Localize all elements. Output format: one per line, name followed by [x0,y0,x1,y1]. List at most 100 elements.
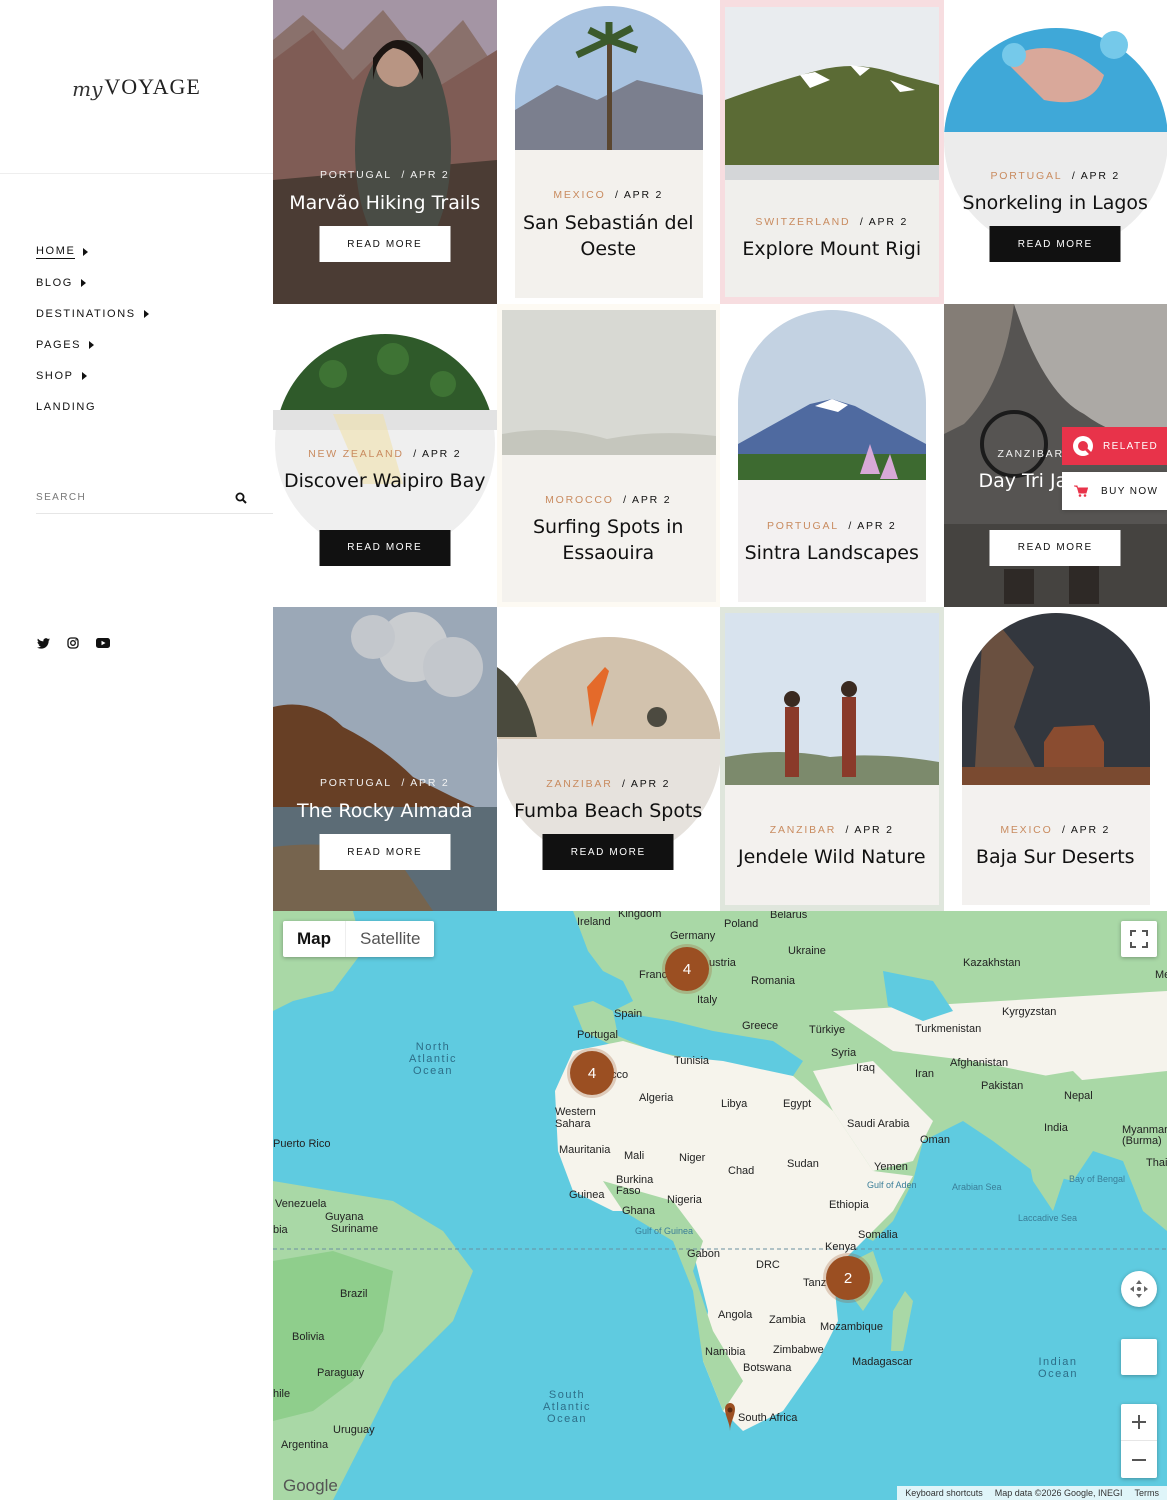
post-title[interactable]: Fumba Beach Spots [505,798,713,824]
minus-icon [1132,1458,1146,1461]
post-card[interactable]: ZANZIBAR / APR 2 Jendele Wild Nature [720,607,944,912]
post-date: / APR 2 [401,169,450,181]
nav-label: SHOP [36,369,74,382]
post-date: / APR 2 [623,493,672,506]
nav-label: LANDING [36,400,97,413]
post-date: / APR 2 [614,189,664,201]
site-logo[interactable]: my VOYAGE [0,0,273,174]
post-title[interactable]: San Sebastián del Oeste [505,210,713,262]
nav-item-shop[interactable]: SHOP [36,360,149,391]
fullscreen-icon [1130,930,1148,948]
map-label: Kenya [825,1241,857,1253]
map-label: Sudan [787,1158,819,1170]
post-title[interactable]: Surfing Spots in Essaouira [505,514,713,566]
map-label: Libya [721,1098,748,1110]
map-label: Paraguay [317,1367,365,1379]
map-type-map-button[interactable]: Map [283,921,345,957]
camera-control-button[interactable] [1121,1271,1157,1307]
posts-grid: PORTUGAL / APR 2 Marvão Hiking Trails RE… [273,0,1167,912]
nav-item-pages[interactable]: PAGES [36,329,149,360]
post-title[interactable]: Discover Waipiro Bay [281,468,489,494]
post-card[interactable]: MEXICO / APR 2 San Sebastián del Oeste [496,0,720,304]
search-icon[interactable] [231,488,251,508]
plus-icon [1132,1415,1146,1429]
map-label: Namibia [705,1346,746,1358]
post-card[interactable]: PORTUGAL / APR 2 Marvão Hiking Trails RE… [273,0,497,304]
post-date: / APR 2 [401,777,450,790]
nav-item-home[interactable]: HOME [36,236,149,267]
map-label: Argentina [281,1439,329,1451]
map-label: Zambia [769,1314,806,1326]
zoom-out-button[interactable] [1121,1441,1157,1478]
map-cluster-marker[interactable]: 4 [570,1051,614,1095]
search-input[interactable] [36,492,216,503]
post-card[interactable]: NEW ZEALAND / APR 2 Discover Waipiro Bay… [273,303,497,608]
nav-label: HOME [36,244,76,259]
related-label: RELATED [1103,440,1159,452]
related-button[interactable]: RELATED [1062,427,1167,465]
map-cluster-marker[interactable]: 4 [665,947,709,991]
post-country: PORTUGAL [319,777,392,790]
youtube-icon[interactable] [96,636,110,650]
post-title[interactable]: Baja Sur Deserts [952,844,1160,870]
post-date: / APR 2 [1071,170,1121,182]
map-type-control: Map Satellite [283,921,435,957]
post-card[interactable]: MEXICO / APR 2 Baja Sur Deserts [943,607,1167,912]
nav-item-blog[interactable]: BLOG [36,267,149,298]
post-title[interactable]: Sintra Landscapes [728,540,936,566]
read-more-button[interactable]: READ MORE [989,226,1121,262]
map-type-satellite-button[interactable]: Satellite [345,921,434,957]
map-label: Spain [614,1008,643,1020]
post-title[interactable]: Jendele Wild Nature [728,844,936,870]
post-card[interactable]: ZANZIBAR / APR 2 Fumba Beach Spots READ … [496,607,720,912]
read-more-button[interactable]: READ MORE [989,529,1121,566]
map-label: India [1044,1122,1068,1134]
instagram-icon[interactable] [66,636,80,650]
post-card[interactable]: PORTUGAL / APR 2 Snorkeling in Lagos REA… [943,0,1167,304]
post-date: / APR 2 [1061,824,1111,837]
keyboard-shortcuts-link[interactable]: Keyboard shortcuts [905,1488,983,1498]
terms-link[interactable]: Terms [1135,1488,1160,1498]
zoom-in-button[interactable] [1121,1404,1157,1441]
map-cluster-marker[interactable]: 2 [826,1256,870,1300]
post-country: ZANZIBAR [546,778,613,791]
sea-label: Laccadive Sea [1018,1213,1078,1223]
map-attribution: Keyboard shortcuts Map data ©2026 Google… [897,1486,1167,1500]
read-more-button[interactable]: READ MORE [319,834,451,871]
map-label: Greece [742,1020,779,1032]
destinations-map[interactable]: Ireland Kingdom Poland Belarus Germany U… [273,911,1167,1500]
nav-item-destinations[interactable]: DESTINATIONS [36,298,149,329]
map-label: South Africa [738,1412,798,1424]
post-title[interactable]: The Rocky Almada [281,798,489,824]
caret-right-icon [80,278,86,287]
map-label: Nepal [1064,1090,1093,1102]
read-more-button[interactable]: READ MORE [319,529,451,566]
post-date: / APR 2 [859,216,909,228]
map-label: Madagascar [852,1356,913,1368]
nav-item-landing[interactable]: LANDING [36,391,149,422]
map-label: Myanmar (Burma) [1122,1124,1167,1147]
map-label: Gabon [687,1248,721,1260]
post-card[interactable]: PORTUGAL / APR 2 The Rocky Almada READ M… [273,607,497,912]
read-more-button[interactable]: READ MORE [319,226,451,262]
map-label: Algeria [639,1092,674,1104]
map-label: Kazakhstan [963,957,1021,969]
post-title[interactable]: Snorkeling in Lagos [952,190,1160,216]
map-label: Ethiopia [829,1199,869,1211]
post-title[interactable]: Explore Mount Rigi [728,236,936,262]
buy-now-button[interactable]: BUY NOW [1062,472,1167,510]
caret-right-icon [89,340,95,349]
street-view-button[interactable] [1121,1339,1157,1375]
post-title[interactable]: Marvão Hiking Trails [281,190,489,216]
buy-now-label: BUY NOW [1101,485,1159,497]
twitter-icon[interactable] [36,636,50,650]
map-label: Somalia [858,1229,898,1241]
post-card[interactable]: PORTUGAL / APR 2 Sintra Landscapes [720,303,944,608]
logo-prefix: my [72,76,103,101]
post-country: SWITZERLAND [755,216,851,228]
post-card[interactable]: SWITZERLAND / APR 2 Explore Mount Rigi [720,0,944,304]
fullscreen-button[interactable] [1121,921,1157,957]
read-more-button[interactable]: READ MORE [542,834,674,871]
post-card[interactable]: MOROCCO / APR 2 Surfing Spots in Essaoui… [496,303,720,608]
map-label: Poland [724,918,759,930]
